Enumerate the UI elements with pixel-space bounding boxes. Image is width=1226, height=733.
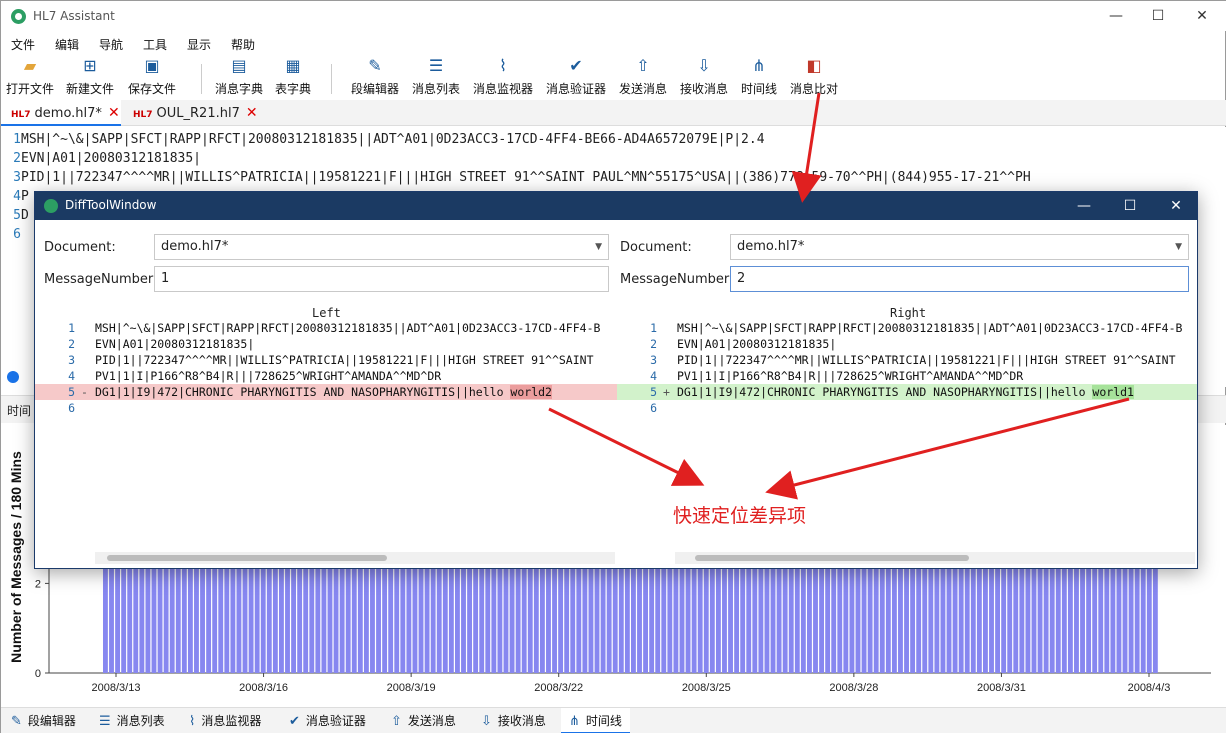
hl7-assistant-window: HL7 Assistant — ☐ ✕ 文件 编辑 导航 工具 显示 帮助 ▰ … [0,0,1226,733]
annotation-arrows [548,92,1130,500]
arrow-to-left-diff [548,407,705,486]
arrow-to-right-diff [765,397,1130,500]
arrow-to-compare-button [791,92,822,203]
annotation-text: 快速定位差异项 [673,505,807,527]
